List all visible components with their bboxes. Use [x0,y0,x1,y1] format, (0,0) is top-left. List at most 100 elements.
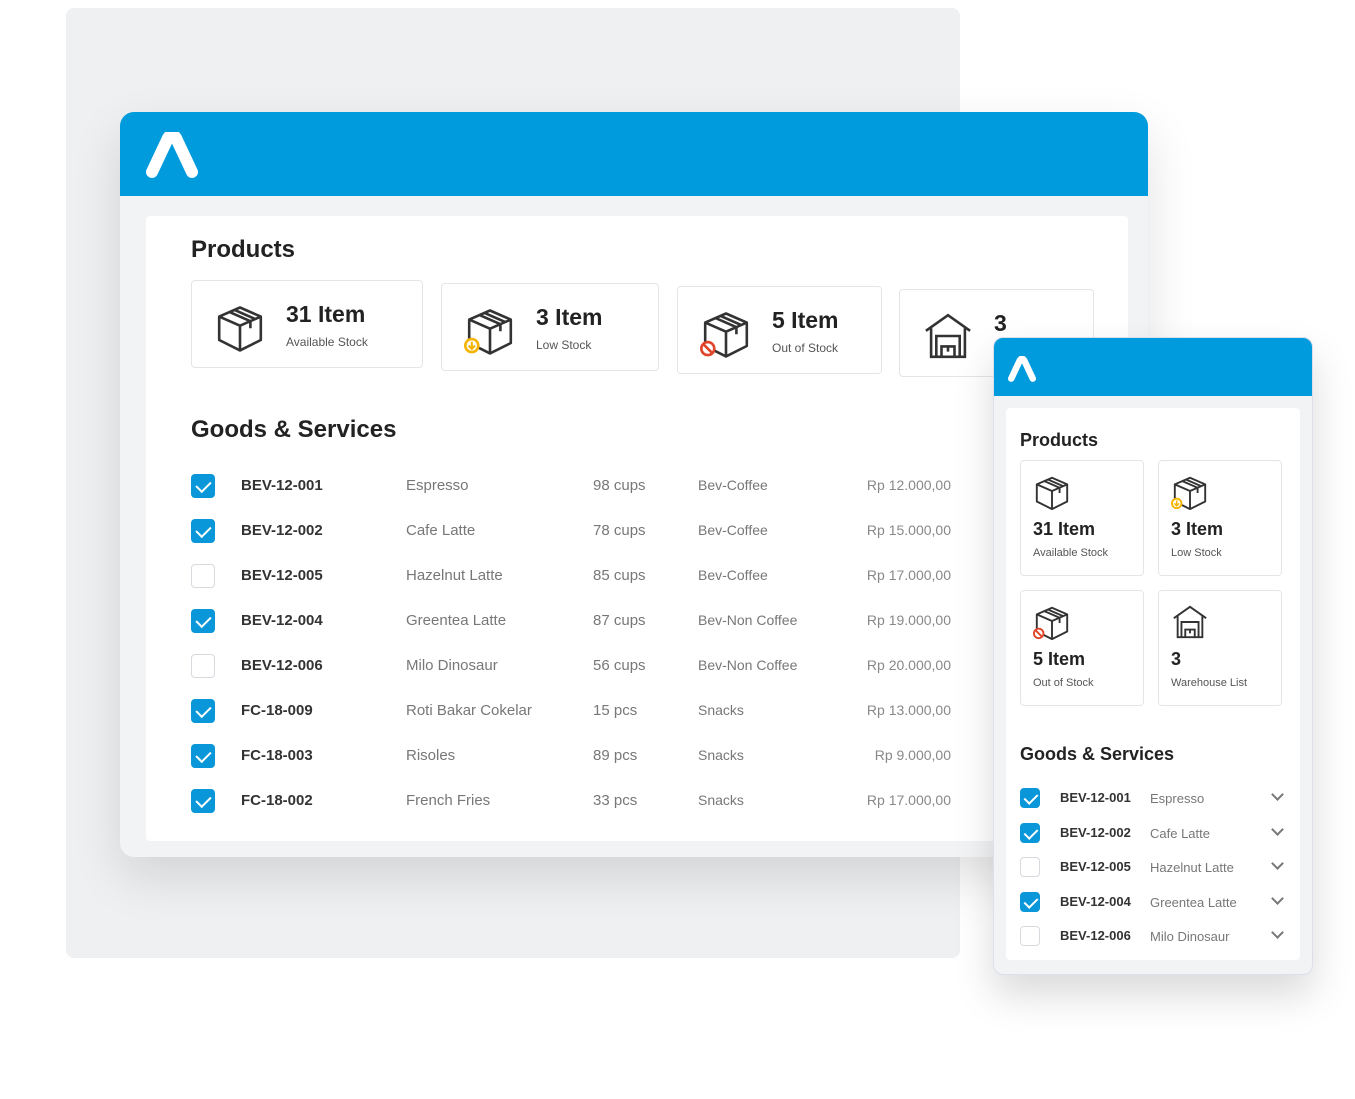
item-price: Rp 19.000,00 [866,612,951,628]
list-item[interactable]: BEV-12-006 Milo Dinosaur [1020,926,1284,948]
item-name: Milo Dinosaur [406,657,498,674]
row-checkbox[interactable] [1020,926,1040,946]
item-name: Greentea Latte [406,612,507,629]
table-row[interactable]: FC-18-009 Roti Bakar Cokelar 15 pcs Snacks R… [191,699,951,723]
item-name: Risoles [406,747,456,764]
item-qty: 98 cups [593,477,646,494]
list-item[interactable]: BEV-12-001 Espresso [1020,788,1284,810]
row-checkbox[interactable] [1020,822,1040,843]
item-qty: 89 pcs [593,747,638,764]
item-name: Hazelnut Latte [406,567,503,584]
item-name: Espresso [1150,791,1205,806]
box-low-stock-icon [1171,476,1207,511]
chevron-down-icon[interactable] [1271,891,1284,905]
table-row[interactable]: FC-18-003 Risoles 89 pcs Snacks Rp 9.000,00 [191,744,951,768]
item-name: Espresso [406,477,469,494]
row-checkbox[interactable] [1020,788,1040,808]
item-code: BEV-12-002 [241,522,323,539]
row-checkbox[interactable] [191,789,215,813]
app-header [120,112,1148,196]
item-name: Cafe Latte [406,522,476,539]
item-code: BEV-12-004 [241,612,323,629]
list-item[interactable]: BEV-12-005 Hazelnut Latte [1020,857,1284,879]
item-category: Bev-Coffee [698,477,768,493]
stat-card[interactable]: 3 Warehouse List [1158,590,1282,706]
stat-label: Available Stock [1033,547,1109,559]
item-qty: 85 cups [593,567,646,584]
item-qty: 33 pcs [593,792,638,809]
item-code: BEV-12-001 [1060,790,1131,805]
item-category: Bev-Coffee [698,522,768,538]
mobile-goods-title: Goods & Services [1020,744,1175,764]
stat-card[interactable]: 31 Item Available Stock [1020,460,1144,576]
stat-value: 31 Item [1033,519,1096,539]
item-code: BEV-12-002 [1060,824,1131,840]
stat-label: Out of Stock [772,341,839,355]
stat-value: 5 Item [772,307,839,333]
stat-label: Low Stock [1171,547,1222,559]
item-code: BEV-12-005 [241,567,323,584]
row-checkbox[interactable] [191,744,215,768]
item-price: Rp 15.000,00 [866,522,951,538]
chevron-down-icon[interactable] [1271,788,1284,801]
stat-value: 3 [994,310,1007,336]
row-checkbox[interactable] [191,474,215,498]
box-icon [217,306,263,352]
item-code: BEV-12-006 [1060,928,1131,943]
table-row[interactable]: BEV-12-006 Milo Dinosaur 56 cups Bev-Non Co… [191,654,951,678]
item-price: Rp 9.000,00 [874,747,951,763]
table-row[interactable]: BEV-12-005 Hazelnut Latte 85 cups Bev-Coffe… [191,564,951,588]
item-category: Bev-Non Coffee [698,657,798,673]
item-code: BEV-12-006 [241,657,323,674]
stat-card[interactable]: 3 Item Low Stock [1158,460,1282,576]
item-name: Hazelnut Latte [1150,860,1234,875]
row-checkbox[interactable] [1020,857,1040,877]
stat-card[interactable]: 3 Item Low Stock [441,283,659,371]
item-price: Rp 13.000,00 [866,702,951,718]
stat-value: 5 Item [1033,649,1086,669]
row-checkbox[interactable] [1020,891,1040,912]
stat-card[interactable]: 5 Item Out of Stock [677,286,882,374]
item-category: Snacks [698,702,744,718]
stat-card[interactable]: 31 Item Available Stock [191,280,423,368]
table-row[interactable]: BEV-12-004 Greentea Latte 87 cups Bev-Non C… [191,609,951,633]
stat-value: 3 Item [1171,519,1224,539]
stat-value: 3 [1171,649,1182,669]
table-row[interactable]: BEV-12-001 Espresso 98 cups Bev-Coffee Rp 12… [191,474,951,498]
stat-card[interactable]: 5 Item Out of Stock [1020,590,1144,706]
products-title: Products [191,236,296,263]
item-category: Snacks [698,792,744,808]
stat-label: Available Stock [286,335,368,349]
mobile-header [994,338,1312,396]
box-out-of-stock-icon [700,312,749,358]
item-qty: 15 pcs [593,702,638,719]
item-code: BEV-12-005 [1060,859,1131,874]
item-code: FC-18-002 [241,792,313,809]
list-item[interactable]: BEV-12-002 Cafe Latte [1020,822,1284,845]
table-row[interactable]: BEV-12-002 Cafe Latte 78 cups Bev-Coffee Rp … [191,519,951,543]
content-panel: Products 31 Item Available Stock 3 Item Low… [146,216,1128,841]
row-checkbox[interactable] [191,564,215,588]
stat-label: Low Stock [536,338,592,352]
item-code: BEV-12-004 [1060,893,1131,909]
chevron-down-icon[interactable] [1271,822,1284,836]
stat-value: 3 Item [536,304,603,330]
item-category: Bev-Non Coffee [698,612,798,628]
row-checkbox[interactable] [191,519,215,543]
list-item[interactable]: BEV-12-004 Greentea Latte [1020,891,1284,914]
table-row[interactable]: FC-18-002 French Fries 33 pcs Snacks Rp 17.0… [191,789,951,813]
item-name: Roti Bakar Cokelar [406,702,532,719]
logo-icon [146,132,198,178]
warehouse-icon [1173,605,1207,639]
item-code: BEV-12-001 [241,477,323,494]
logo-icon [1008,356,1036,382]
chevron-down-icon[interactable] [1271,926,1284,939]
item-category: Bev-Coffee [698,567,768,583]
stat-value: 31 Item [286,301,366,327]
row-checkbox[interactable] [191,609,215,633]
item-price: Rp 17.000,00 [866,567,951,583]
row-checkbox[interactable] [191,654,215,678]
item-name: Greentea Latte [1150,894,1237,910]
row-checkbox[interactable] [191,699,215,723]
chevron-down-icon[interactable] [1271,857,1284,870]
